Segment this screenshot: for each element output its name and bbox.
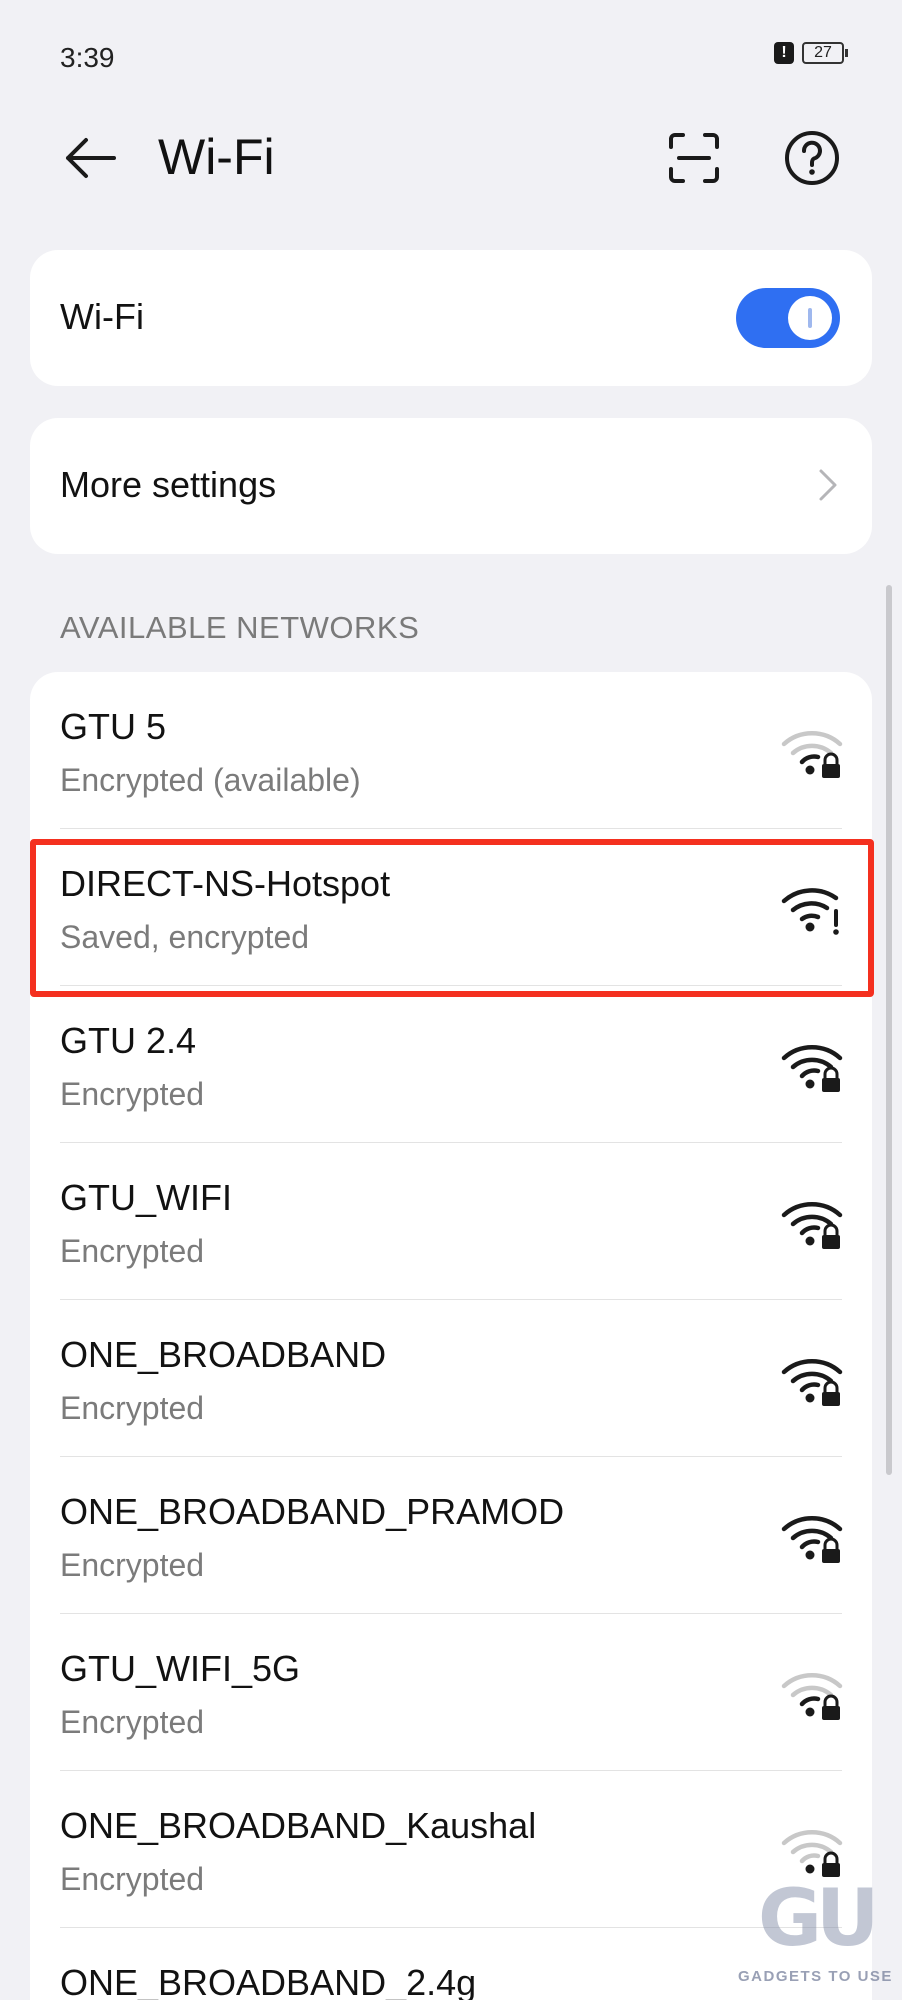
wifi-toggle-label: Wi-Fi — [60, 296, 144, 337]
wifi-toggle-switch[interactable] — [736, 288, 840, 348]
wifi-signal-lock-icon — [781, 1673, 843, 1720]
scrollbar[interactable] — [886, 585, 892, 1475]
network-item[interactable]: GTU_WIFI Encrypted — [30, 1143, 872, 1300]
network-name: ONE_BROADBAND_PRAMOD — [60, 1491, 565, 1532]
page-title: Wi-Fi — [158, 129, 275, 185]
battery-icon: 27 — [802, 42, 848, 64]
more-settings-row[interactable]: More settings — [30, 418, 872, 554]
alert-icon: ! — [774, 42, 794, 64]
network-name: DIRECT-NS-Hotspot — [60, 863, 391, 904]
watermark-mark: GU — [758, 1874, 879, 1964]
network-status: Encrypted — [60, 1547, 205, 1583]
wifi-signal-lock-icon — [781, 1516, 843, 1563]
network-list: GTU 5 Encrypted (available) DIRECT-NS-Ho… — [30, 672, 872, 2000]
network-item[interactable]: GTU 5 Encrypted (available) — [30, 672, 872, 829]
help-button[interactable] — [778, 124, 846, 192]
wifi-signal-lock-icon — [781, 1202, 843, 1249]
network-status: Saved, encrypted — [60, 919, 310, 955]
status-icons: ! 27 — [774, 42, 848, 64]
network-status: Encrypted — [60, 1704, 205, 1740]
network-name: GTU_WIFI_5G — [60, 1648, 301, 1689]
network-item[interactable]: GTU 2.4 Encrypted — [30, 986, 872, 1143]
wifi-toggle-row[interactable]: Wi-Fi — [30, 250, 872, 386]
network-status: Encrypted — [60, 1390, 205, 1426]
network-item[interactable]: GTU_WIFI_5G Encrypted — [30, 1614, 872, 1771]
network-item[interactable]: ONE_BROADBAND Encrypted — [30, 1300, 872, 1457]
status-time: 3:39 — [60, 42, 115, 73]
wifi-signal-lock-icon — [781, 1045, 843, 1092]
network-name: GTU 5 — [60, 706, 167, 747]
network-name: ONE_BROADBAND_2.4g — [60, 1962, 477, 2000]
toggle-knob — [788, 296, 832, 340]
watermark-text: GADGETS TO USE — [738, 1968, 893, 1985]
chevron-right-icon — [819, 469, 837, 501]
more-settings-label: More settings — [60, 464, 277, 505]
app-header: Wi-Fi — [0, 110, 902, 240]
wifi-signal-lock-icon — [781, 1359, 843, 1406]
available-networks-title: AVAILABLE NETWORKS — [60, 610, 420, 645]
network-item[interactable]: DIRECT-NS-Hotspot Saved, encrypted — [30, 829, 872, 986]
arrow-left-icon — [66, 138, 116, 178]
status-bar: 3:39 ! 27 — [0, 0, 902, 110]
network-name: GTU 2.4 — [60, 1020, 197, 1061]
wifi-signal-alert-icon — [781, 888, 839, 935]
network-status: Encrypted — [60, 1076, 205, 1112]
network-name: ONE_BROADBAND_Kaushal — [60, 1805, 537, 1846]
scan-button[interactable] — [660, 124, 728, 192]
watermark-logo: GU GADGETS TO USE — [736, 1870, 896, 1998]
network-status: Encrypted — [60, 1861, 205, 1897]
scan-icon — [669, 133, 719, 183]
network-name: ONE_BROADBAND — [60, 1334, 387, 1375]
network-status: Encrypted — [60, 1233, 205, 1269]
back-button[interactable] — [58, 126, 122, 190]
network-item[interactable]: ONE_BROADBAND_PRAMOD Encrypted — [30, 1457, 872, 1614]
help-icon — [785, 131, 839, 185]
network-name: GTU_WIFI — [60, 1177, 232, 1218]
wifi-signal-lock-icon — [781, 731, 843, 778]
network-status: Encrypted (available) — [60, 762, 361, 798]
